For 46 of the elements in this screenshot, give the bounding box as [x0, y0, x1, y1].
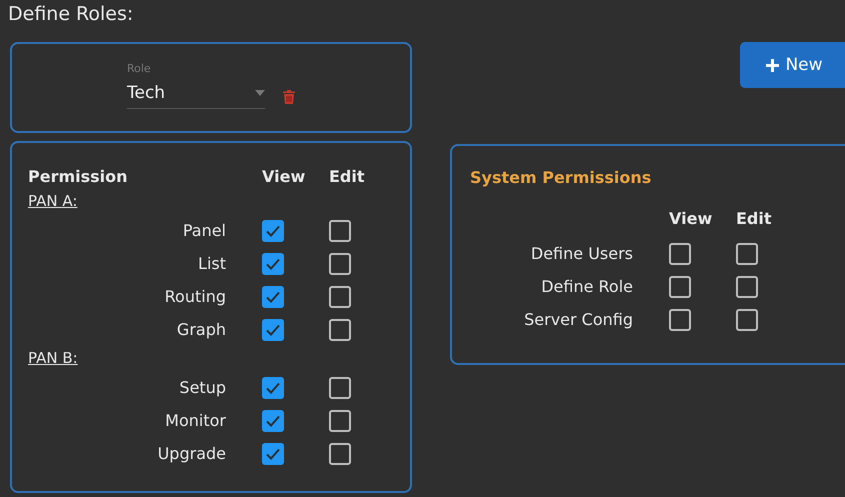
checkbox[interactable] [669, 308, 691, 330]
checkbox[interactable] [736, 308, 758, 330]
trash-icon[interactable] [283, 90, 295, 104]
checkbox[interactable] [329, 286, 351, 308]
checkbox[interactable] [329, 410, 351, 432]
permission-label: Define Role [541, 277, 634, 296]
checkbox[interactable] [262, 286, 284, 308]
column-header: View [262, 167, 306, 186]
column-header: Edit [736, 209, 772, 228]
permission-label: Graph [176, 320, 227, 339]
checkbox[interactable] [736, 242, 758, 264]
plus-icon [766, 58, 780, 72]
column-header: Permission [28, 167, 128, 186]
checkbox[interactable] [262, 376, 284, 398]
field-value: Tech [127, 83, 166, 103]
checkbox[interactable] [262, 220, 284, 242]
permission-label: List [198, 254, 227, 273]
checkbox[interactable] [262, 318, 284, 340]
group-label: PAN B: [28, 348, 78, 369]
checkbox[interactable] [669, 276, 691, 298]
column-header: View [669, 209, 712, 228]
permission-label: Server Config [524, 310, 634, 329]
checkbox[interactable] [329, 376, 351, 398]
checkbox[interactable] [329, 318, 351, 340]
checkbox[interactable] [669, 242, 691, 264]
role-dropdown[interactable]: Role Tech [127, 62, 265, 109]
checkbox[interactable] [262, 442, 284, 464]
section-title: System Permissions [470, 167, 652, 189]
permission-label: Panel [182, 221, 227, 240]
permission-label: Setup [179, 378, 227, 397]
page-title: Define Roles: [7, 2, 134, 27]
permission-label: Routing [164, 287, 227, 306]
checkbox[interactable] [262, 410, 284, 432]
checkbox[interactable] [329, 252, 351, 274]
checkbox[interactable] [329, 220, 351, 242]
field-label: Role [127, 62, 152, 77]
permission-label: Monitor [165, 411, 227, 430]
new-button[interactable]: New [740, 42, 845, 88]
group-label: PAN A: [28, 191, 78, 212]
permission-label: Define Users [530, 244, 634, 263]
checkbox[interactable] [736, 276, 758, 298]
checkbox[interactable] [329, 442, 351, 464]
permission-label: Upgrade [158, 444, 227, 463]
caret-icon [255, 90, 265, 96]
checkbox[interactable] [262, 252, 284, 274]
column-header: Edit [329, 167, 365, 186]
